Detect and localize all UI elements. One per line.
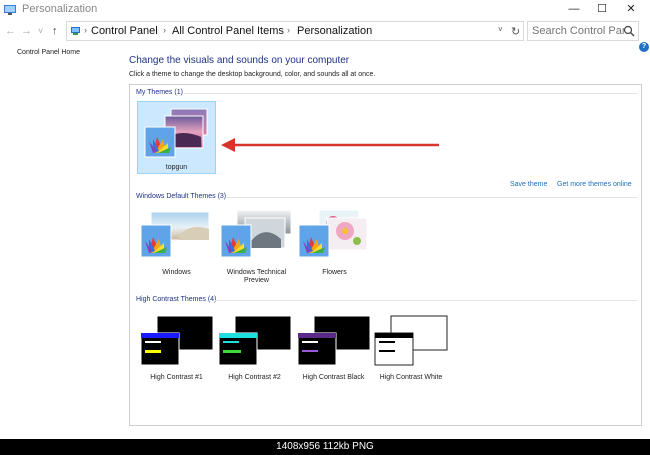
search-input[interactable] [532,24,624,38]
theme-tile-flowers[interactable]: Flowers [295,205,374,278]
personalization-app-icon [4,5,16,15]
page-subtitle: Click a theme to change the desktop back… [129,71,376,78]
back-arrow-icon[interactable]: ← [5,24,16,38]
theme-label: topgun [165,164,188,171]
page-title: Change the visuals and sounds on your co… [129,55,350,66]
maximize-button[interactable]: ☐ [588,0,616,18]
search-icon[interactable] [623,25,635,37]
close-button[interactable]: ✕ [617,0,645,18]
theme-list: My Themes (1) topgun Save theme Get more… [129,84,642,426]
theme-label: High Contrast #2 [228,374,281,381]
theme-label: High Contrast #1 [150,374,203,381]
forward-arrow-icon[interactable]: → [21,24,32,38]
image-info-bar: 1408x956 112kb PNG [0,439,650,455]
control-panel-icon [71,27,80,35]
image-info-text: 1408x956 112kb PNG [276,441,374,452]
high-contrast-1-thumbnail [140,315,214,366]
get-more-themes-link[interactable]: Get more themes online [557,181,632,188]
theme-tile-windows[interactable]: Windows [137,205,216,278]
window-title: Personalization [22,3,98,15]
theme-label: Windows Technical Preview [226,269,287,284]
topgun-theme-thumbnail [144,108,208,158]
control-panel-home-link[interactable]: Control Panel Home [17,49,80,56]
high-contrast-2-thumbnail [218,315,292,366]
red-arrow-annotation [221,138,439,152]
breadcrumb-separator: › [287,25,290,35]
minimize-button[interactable]: — [560,0,588,18]
address-dropdown-icon[interactable]: ˅ [498,25,503,34]
save-theme-link[interactable]: Save theme [510,181,547,188]
windows-theme-thumbnail [140,211,210,258]
flowers-theme-thumbnail [298,209,368,258]
high-contrast-black-thumbnail [297,315,371,366]
theme-label: Windows [162,269,191,276]
group-divider [184,93,637,94]
address-bar: ← → ˅ ↑ › Control Panel › All Control Pa… [0,20,650,42]
breadcrumb-all-items[interactable]: All Control Panel Items [172,25,284,37]
address-path[interactable]: › Control Panel › All Control Panel Item… [66,21,524,41]
theme-tile-topgun[interactable]: topgun [137,101,216,174]
search-box[interactable] [527,21,639,41]
theme-label: Flowers [322,269,347,276]
breadcrumb-personalization[interactable]: Personalization [297,25,372,37]
recent-locations-icon[interactable]: ˅ [38,24,43,38]
my-themes-header: My Themes (1) [136,89,183,96]
help-icon[interactable]: ? [639,42,649,52]
breadcrumb-control-panel[interactable]: Control Panel [91,25,158,37]
theme-label: High Contrast Black [302,374,365,381]
theme-tile-windows-technical-preview[interactable]: Windows Technical Preview [217,205,296,284]
breadcrumb-separator: › [163,25,166,35]
high-contrast-white-thumbnail [374,315,448,366]
group-divider [215,300,637,301]
group-divider [227,197,637,198]
high-contrast-header: High Contrast Themes (4) [136,296,217,303]
default-themes-header: Windows Default Themes (3) [136,193,227,200]
refresh-icon[interactable]: ↻ [511,25,520,38]
title-bar: Personalization — ☐ ✕ [0,0,650,20]
left-pane: Control Panel Home [0,42,123,426]
up-arrow-icon[interactable]: ↑ [52,24,58,38]
theme-label: High Contrast White [379,374,443,381]
breadcrumb-separator: › [84,25,87,35]
theme-tile-high-contrast-white[interactable]: High Contrast White [368,311,454,384]
theme-tile-high-contrast-1[interactable]: High Contrast #1 [137,311,216,384]
theme-tile-high-contrast-black[interactable]: High Contrast Black [294,311,373,384]
technical-preview-theme-thumbnail [220,209,292,258]
theme-tile-high-contrast-2[interactable]: High Contrast #2 [215,311,294,384]
